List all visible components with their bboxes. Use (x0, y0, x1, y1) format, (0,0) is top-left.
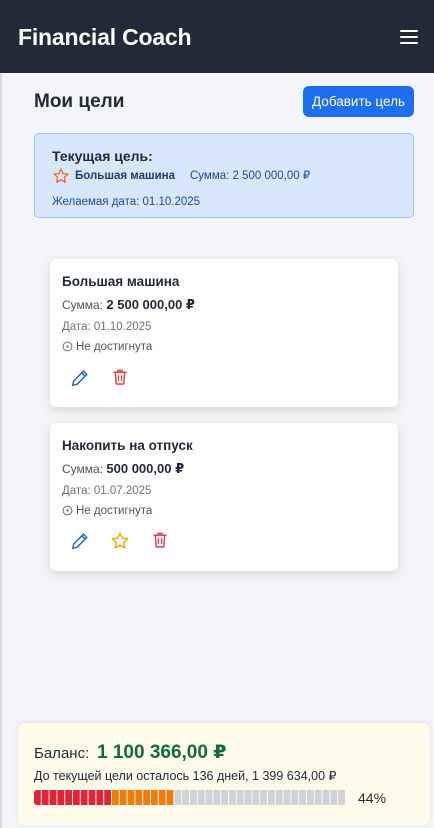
progress-segment (96, 790, 104, 805)
progress-segment (158, 790, 166, 805)
progress-segment (143, 790, 150, 805)
goal-status: Не достигнута (62, 341, 152, 353)
progress-segment (80, 790, 88, 805)
star-icon (53, 168, 69, 183)
progress-segment (291, 790, 299, 805)
progress-segment (112, 790, 119, 805)
progress-segment (49, 790, 57, 805)
goal-date: Дата: 01.10.2025 (62, 321, 152, 333)
progress-segment (236, 790, 244, 805)
goal-amount-value: 2 500 000,00 ₽ (106, 297, 195, 312)
goal-title: Большая машина (62, 274, 180, 289)
progress-segment (244, 790, 252, 805)
progress-segment (41, 790, 49, 805)
goal-amount-value: 500 000,00 ₽ (106, 461, 185, 476)
app-title[interactable]: Financial Coach (18, 24, 192, 51)
progress-segment (307, 790, 314, 805)
status-circle-icon (62, 505, 73, 516)
page-title: Мои цели (34, 91, 125, 112)
progress-segment (252, 790, 260, 805)
progress-percent: 44% (358, 790, 387, 806)
trash-icon[interactable] (110, 367, 130, 387)
add-goal-button[interactable]: Добавить цель (303, 86, 414, 117)
balance-label: Баланс: (34, 745, 90, 762)
page-left-border (0, 0, 2, 828)
progress-segment (330, 790, 338, 805)
progress-segment (73, 790, 80, 805)
progress-segment (260, 790, 267, 805)
progress-segment (65, 790, 72, 805)
goal-status: Не достигнута (62, 505, 152, 517)
progress-segment (151, 790, 158, 805)
navbar: Financial Coach (0, 0, 434, 73)
progress-segment (213, 790, 221, 805)
current-goal-amount: Сумма: 2 500 000,00 ₽ (190, 170, 311, 182)
goal-card: Большая машина Сумма: 2 500 000,00 ₽ Дат… (50, 259, 398, 407)
progress-segment (119, 790, 127, 805)
status-circle-icon (62, 341, 73, 352)
current-goal-name: Большая машина (75, 170, 176, 182)
progress-segment (283, 790, 291, 805)
goal-status-text: Не достигнута (76, 341, 153, 353)
edit-icon[interactable] (70, 531, 90, 551)
progress-segment (182, 790, 189, 805)
goal-amount-label: Сумма: (62, 462, 104, 476)
progress-segment (135, 790, 143, 805)
progress-segment (322, 790, 330, 805)
current-goal-heading: Текущая цель: (52, 148, 153, 164)
progress-segment (88, 790, 96, 805)
balance-panel: Баланс: 1 100 366,00 ₽ До текущей цели о… (18, 723, 430, 825)
progress-segment (314, 790, 322, 805)
trash-icon[interactable] (150, 530, 170, 550)
goal-status-text: Не достигнута (76, 505, 153, 517)
goal-amount: Сумма: 2 500 000,00 ₽ (62, 297, 195, 313)
progress-segment (104, 790, 111, 805)
progress-segment (338, 790, 345, 805)
progress-segment (57, 790, 65, 805)
edit-icon[interactable] (70, 368, 90, 388)
progress-segment (174, 790, 182, 805)
goal-date: Дата: 01.07.2025 (62, 485, 152, 497)
progress-segment (166, 790, 174, 805)
goal-progress-bar (34, 790, 345, 805)
hamburger-menu-icon[interactable] (396, 26, 422, 48)
progress-segment (127, 790, 135, 805)
progress-segment (268, 790, 275, 805)
progress-segment (299, 790, 306, 805)
goal-title: Накопить на отпуск (62, 438, 193, 453)
progress-segment (34, 790, 41, 805)
goal-amount-label: Сумма: (62, 298, 104, 312)
current-goal-panel: Текущая цель: Большая машина Сумма: 2 50… (34, 133, 414, 218)
goal-card: Накопить на отпуск Сумма: 500 000,00 ₽ Д… (50, 423, 398, 571)
goal-amount: Сумма: 500 000,00 ₽ (62, 461, 184, 477)
star-icon[interactable] (110, 531, 130, 551)
progress-segment (205, 790, 213, 805)
remaining-summary: До текущей цели осталось 136 дней, 1 399… (34, 769, 337, 783)
progress-segment (229, 790, 236, 805)
progress-segment (190, 790, 197, 805)
progress-segment (221, 790, 228, 805)
progress-segment (197, 790, 205, 805)
current-goal-date: Желаемая дата: 01.10.2025 (52, 196, 201, 208)
balance-value: 1 100 366,00 ₽ (97, 742, 227, 763)
progress-segment (275, 790, 283, 805)
